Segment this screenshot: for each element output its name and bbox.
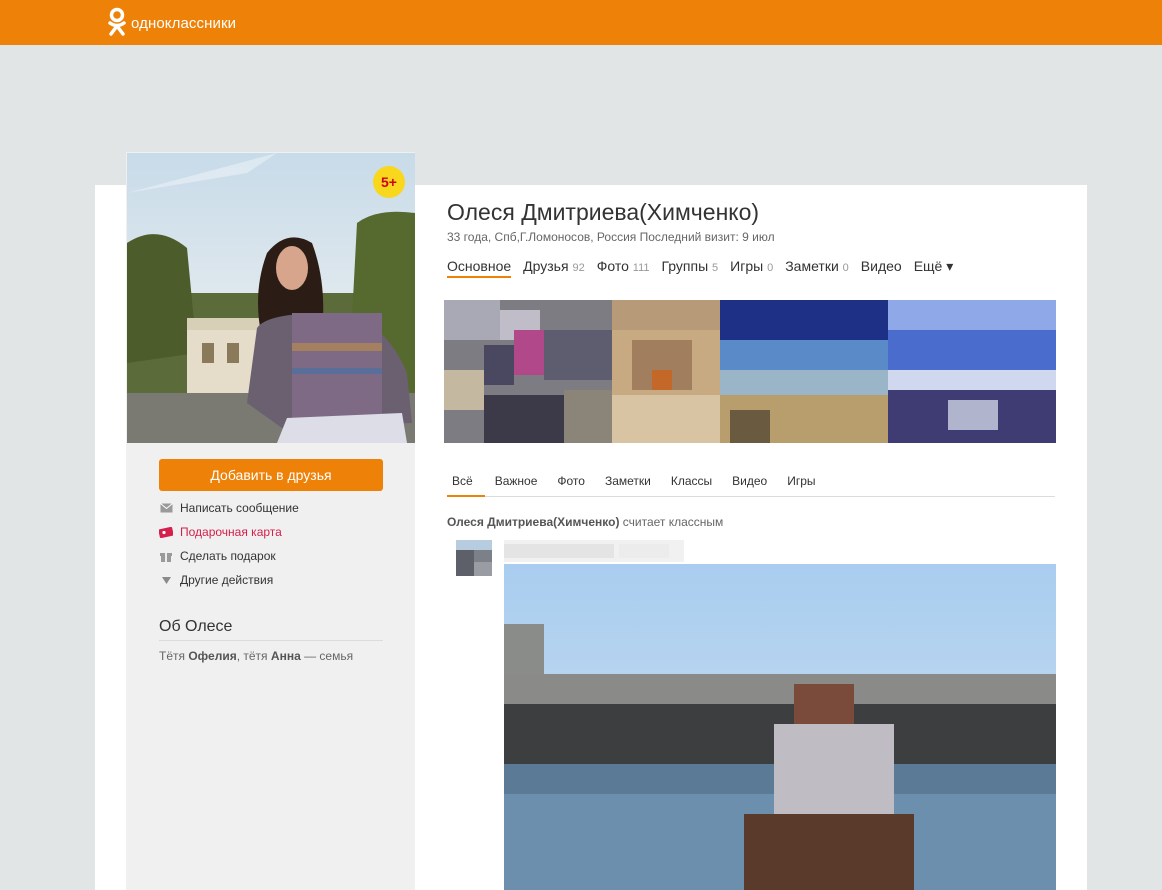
make-gift-action[interactable]: Сделать подарок	[159, 544, 389, 568]
separator: ,	[236, 649, 241, 663]
tab-games[interactable]: Игры	[777, 468, 825, 497]
relation-label: Тётя	[159, 649, 185, 663]
tab-video[interactable]: Видео	[722, 468, 777, 497]
nav-notes[interactable]: Заметки 0	[785, 258, 849, 278]
nav-count: 0	[767, 262, 774, 274]
nav-groups[interactable]: Группы 5	[662, 258, 719, 278]
nav-label: Друзья	[523, 258, 569, 274]
profile-nav: Основное Друзья 92 Фото 111 Группы 5 Игр…	[447, 258, 953, 278]
family-label: — семья	[304, 649, 354, 663]
gift-card-icon	[159, 525, 173, 539]
add-friend-button[interactable]: Добавить в друзья	[159, 459, 383, 491]
nav-friends[interactable]: Друзья 92	[523, 258, 585, 278]
site-logo[interactable]: одноклассники	[107, 6, 236, 41]
nav-main[interactable]: Основное	[447, 258, 512, 278]
age-badge: 5+	[373, 166, 405, 198]
feed-author-avatar[interactable]	[456, 540, 492, 576]
photo-strip	[444, 300, 1056, 443]
photo-thumbnail[interactable]	[612, 300, 720, 443]
logo-text: одноклассники	[131, 15, 237, 32]
profile-left-column: 5+ Добавить в друзья Написать сообщение …	[126, 152, 415, 890]
nav-count: 5	[712, 262, 719, 274]
about-section-title: Об Олесе	[159, 618, 383, 641]
tab-all[interactable]: Всё	[447, 468, 485, 497]
feed-tabs: Всё Важное Фото Заметки Классы Видео Игр…	[447, 468, 1055, 497]
relative-name-link[interactable]: Анна	[271, 649, 301, 663]
tab-notes[interactable]: Заметки	[595, 468, 661, 497]
tab-important[interactable]: Важное	[485, 468, 548, 497]
photo-thumbnail[interactable]	[720, 300, 888, 443]
nav-count: 0	[842, 262, 849, 274]
relative-name-link[interactable]: Офелия	[188, 649, 236, 663]
nav-games[interactable]: Игры 0	[730, 258, 773, 278]
nav-label: Основное	[447, 258, 512, 274]
triangle-down-icon	[159, 573, 173, 587]
nav-count: 92	[572, 262, 585, 274]
nav-video[interactable]: Видео	[861, 258, 902, 278]
nav-label: Ещё ▾	[913, 258, 954, 274]
photo-thumbnail[interactable]	[888, 300, 1056, 443]
top-bar: одноклассники	[0, 0, 1162, 45]
make-gift-label: Сделать подарок	[180, 549, 276, 563]
feed-action-text: считает классным	[622, 515, 724, 529]
nav-photos[interactable]: Фото 111	[597, 258, 650, 278]
feed-post-title[interactable]	[504, 540, 684, 562]
write-message-label: Написать сообщение	[180, 501, 299, 515]
nav-label: Фото	[596, 258, 629, 274]
gift-card-action[interactable]: Подарочная карта	[159, 520, 389, 544]
feed-item-header: Олеся Дмитриева(Химченко) считает классн…	[447, 515, 723, 529]
tab-likes[interactable]: Классы	[661, 468, 722, 497]
photo-thumbnail[interactable]	[444, 300, 612, 443]
nav-label: Видео	[860, 258, 902, 274]
nav-label: Группы	[661, 258, 709, 274]
profile-name: Олеся Дмитриева(Химченко)	[447, 199, 760, 225]
gift-icon	[159, 549, 173, 563]
profile-avatar-photo[interactable]: 5+	[127, 153, 415, 443]
feed-post-photo[interactable]	[504, 564, 1056, 890]
nav-more[interactable]: Ещё ▾	[914, 258, 954, 278]
profile-meta: 33 года, Спб,Г.Ломоносов, Россия Последн…	[447, 230, 775, 244]
gift-card-label: Подарочная карта	[180, 525, 282, 539]
other-actions-label: Другие действия	[180, 573, 274, 587]
envelope-icon	[159, 501, 173, 515]
nav-count: 111	[632, 262, 650, 274]
relation-label: тётя	[243, 649, 268, 663]
profile-actions-list: Написать сообщение Подарочная карта Сдел…	[159, 496, 389, 592]
write-message-action[interactable]: Написать сообщение	[159, 496, 389, 520]
other-actions-toggle[interactable]: Другие действия	[159, 568, 389, 592]
nav-label: Игры	[730, 258, 764, 274]
feed-author-link[interactable]: Олеся Дмитриева(Химченко)	[447, 515, 619, 529]
tab-photo[interactable]: Фото	[547, 468, 595, 497]
nav-label: Заметки	[785, 258, 839, 274]
about-family-text: Тётя Офелия, тётя Анна — семья	[159, 649, 353, 663]
ok-logo-icon	[107, 6, 127, 41]
